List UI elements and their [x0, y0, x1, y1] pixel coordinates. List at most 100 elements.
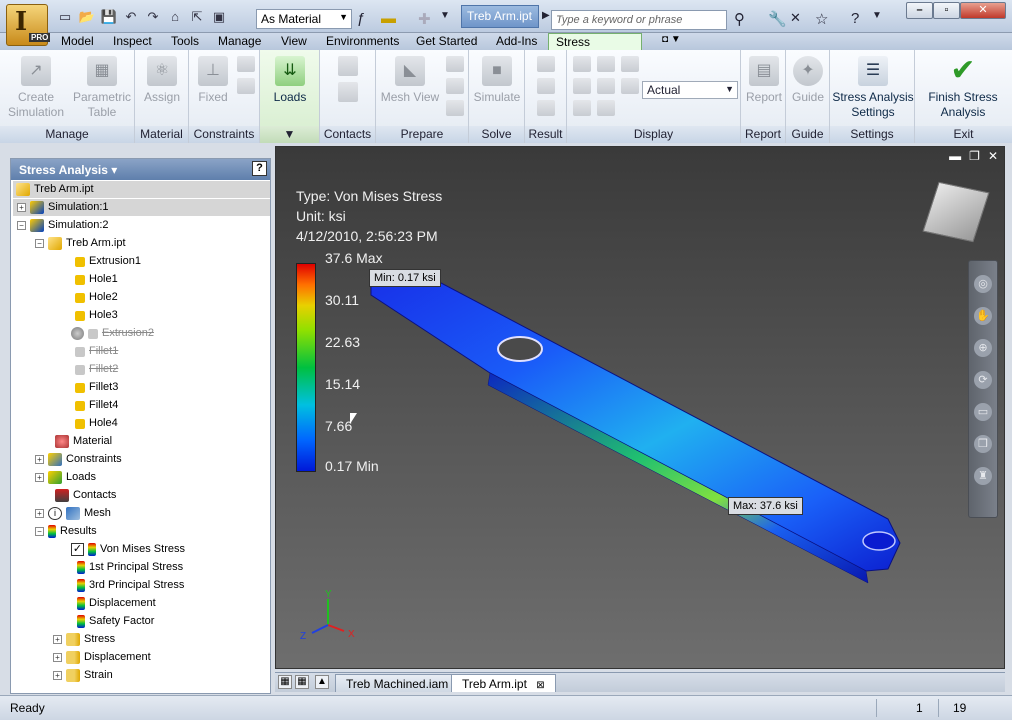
- favorite-star-icon[interactable]: ☆: [815, 10, 828, 28]
- convergence-plot-icon[interactable]: [537, 100, 555, 116]
- treb-arm-model[interactable]: Y X Z: [276, 147, 1006, 670]
- doc-tab-treb-arm[interactable]: Treb Arm.ipt ⊠: [451, 674, 556, 692]
- expand-icon[interactable]: +: [35, 509, 44, 518]
- customize-icon[interactable]: ▼: [440, 10, 450, 21]
- display-option-8-icon[interactable]: [597, 100, 615, 116]
- manual-contacts-icon[interactable]: [338, 82, 358, 102]
- doc-tab-treb-machined[interactable]: Treb Machined.iam: [335, 674, 460, 692]
- display-option-7-icon[interactable]: [573, 100, 591, 116]
- tree-feature-excluded[interactable]: Extrusion2: [71, 325, 154, 342]
- stress-analysis-settings-button[interactable]: ☰ Stress Analysis Settings: [832, 56, 914, 120]
- redo-icon[interactable]: ↷: [144, 9, 162, 25]
- parametric-table-button[interactable]: ▦ Parametric Table: [72, 56, 132, 120]
- orbit-icon[interactable]: ⟳: [974, 371, 992, 389]
- tree-feature[interactable]: Fillet4: [75, 397, 118, 414]
- undo-icon[interactable]: ↶: [122, 9, 140, 25]
- loads-button[interactable]: ⇊ Loads: [266, 56, 314, 105]
- collapse-icon[interactable]: −: [17, 221, 26, 230]
- display-option-5-icon[interactable]: [597, 78, 615, 94]
- zoom-icon[interactable]: ⊕: [974, 339, 992, 357]
- report-button[interactable]: ▤ Report: [743, 56, 785, 105]
- display-option-1-icon[interactable]: [573, 56, 591, 72]
- browser-header[interactable]: Stress Analysis ▾ ?: [11, 159, 270, 180]
- expand-icon[interactable]: ▶: [542, 10, 550, 21]
- display-option-2-icon[interactable]: [597, 56, 615, 72]
- tree-part[interactable]: − Treb Arm.ipt: [35, 235, 126, 252]
- tab-model[interactable]: Model: [61, 34, 94, 48]
- close-button[interactable]: ✕: [960, 2, 1006, 19]
- display-option-6-icon[interactable]: [621, 78, 639, 94]
- tree-result[interactable]: Safety Factor: [77, 613, 154, 630]
- display-option-3-icon[interactable]: [621, 56, 639, 72]
- tab-inspect[interactable]: Inspect: [113, 34, 152, 48]
- tree-result-von-mises[interactable]: ✓ Von Mises Stress: [71, 541, 185, 558]
- tab-menu-icon[interactable]: ▲: [315, 675, 329, 689]
- help-dropdown-icon[interactable]: ▼: [872, 10, 882, 21]
- expand-icon[interactable]: +: [53, 635, 62, 644]
- tree-root[interactable]: Treb Arm.ipt: [13, 181, 270, 198]
- animate-icon[interactable]: [537, 56, 555, 72]
- ribbon-minimize-icon[interactable]: ◘ ▼: [662, 34, 681, 45]
- tab-environments[interactable]: Environments: [326, 34, 399, 48]
- tab-add-ins[interactable]: Add-Ins: [496, 34, 537, 48]
- fixed-button[interactable]: ⊥ Fixed: [191, 56, 235, 105]
- frictionless-constraint-icon[interactable]: [237, 78, 255, 94]
- tree-feature[interactable]: Hole2: [75, 289, 118, 306]
- project-icon[interactable]: ▣: [210, 9, 228, 25]
- view-face-icon[interactable]: ❒: [974, 435, 992, 453]
- display-option-4-icon[interactable]: [573, 78, 591, 94]
- home-icon[interactable]: ⌂: [166, 9, 184, 25]
- display-mode-select[interactable]: Actual ▼: [642, 81, 738, 99]
- maximize-button[interactable]: ▫: [933, 2, 960, 19]
- minimize-button[interactable]: –: [906, 2, 933, 19]
- tree-simulation-2[interactable]: − Simulation:2: [17, 217, 109, 234]
- tab-tools[interactable]: Tools: [171, 34, 199, 48]
- tree-loads[interactable]: + Loads: [35, 469, 96, 486]
- steering-wheel-icon[interactable]: ◎: [974, 275, 992, 293]
- tree-contacts[interactable]: Contacts: [55, 487, 116, 504]
- application-menu-button[interactable]: I PRO: [6, 4, 51, 46]
- tree-folder[interactable]: + Stress: [53, 631, 115, 648]
- tree-feature-excluded[interactable]: Fillet1: [75, 343, 118, 360]
- tree-simulation-1[interactable]: + Simulation:1: [13, 199, 270, 216]
- tree-material[interactable]: Material: [55, 433, 112, 450]
- tools-icon[interactable]: ✕: [790, 10, 801, 26]
- expand-icon[interactable]: +: [53, 671, 62, 680]
- look-at-icon[interactable]: ▭: [974, 403, 992, 421]
- convergence-icon[interactable]: [446, 100, 464, 116]
- fx-icon[interactable]: ƒ: [357, 10, 365, 27]
- tree-feature[interactable]: Hole3: [75, 307, 118, 324]
- loads-dropdown[interactable]: ▼: [260, 126, 319, 143]
- tree-constraints[interactable]: + Constraints: [35, 451, 122, 468]
- tree-feature[interactable]: Hole4: [75, 415, 118, 432]
- grid-icon[interactable]: ▦: [295, 675, 309, 689]
- measure-icon[interactable]: ✚: [418, 10, 431, 28]
- expand-icon[interactable]: +: [35, 455, 44, 464]
- browser-help-button[interactable]: ?: [252, 161, 267, 176]
- search-input[interactable]: Type a keyword or phrase: [551, 10, 727, 30]
- tree-folder[interactable]: + Displacement: [53, 649, 151, 666]
- mesh-view-button[interactable]: ◣ Mesh View: [378, 56, 442, 105]
- tab-get-started[interactable]: Get Started: [416, 34, 477, 48]
- collapse-icon[interactable]: −: [35, 239, 44, 248]
- tree-mesh[interactable]: + i Mesh: [35, 505, 111, 522]
- binoculars-icon[interactable]: ⚲: [734, 10, 745, 28]
- pan-icon[interactable]: ✋: [974, 307, 992, 325]
- checkmark-icon[interactable]: ✓: [71, 543, 84, 556]
- simulate-button[interactable]: ■ Simulate: [471, 56, 523, 105]
- tree-feature[interactable]: Extrusion1: [75, 253, 141, 270]
- tab-view[interactable]: View: [281, 34, 307, 48]
- tab-stress-analysis[interactable]: Stress Analysis: [548, 33, 642, 63]
- return-icon[interactable]: ⇱: [188, 9, 206, 25]
- tree-result[interactable]: Displacement: [77, 595, 156, 612]
- tree-folder[interactable]: + Strain: [53, 667, 113, 684]
- color-icon[interactable]: ▬: [381, 10, 396, 27]
- new-icon[interactable]: ▭: [56, 9, 74, 25]
- tile-icon[interactable]: ▦: [278, 675, 292, 689]
- probe-icon[interactable]: [537, 78, 555, 94]
- assign-button[interactable]: ⚛ Assign: [139, 56, 185, 105]
- tree-result[interactable]: 1st Principal Stress: [77, 559, 183, 576]
- graphics-viewport[interactable]: ▬ ❐ ✕ Type: Von Mises Stress Unit: ksi 4…: [275, 146, 1005, 669]
- wrench-icon[interactable]: 🔧: [768, 10, 787, 28]
- expand-icon[interactable]: +: [17, 203, 26, 212]
